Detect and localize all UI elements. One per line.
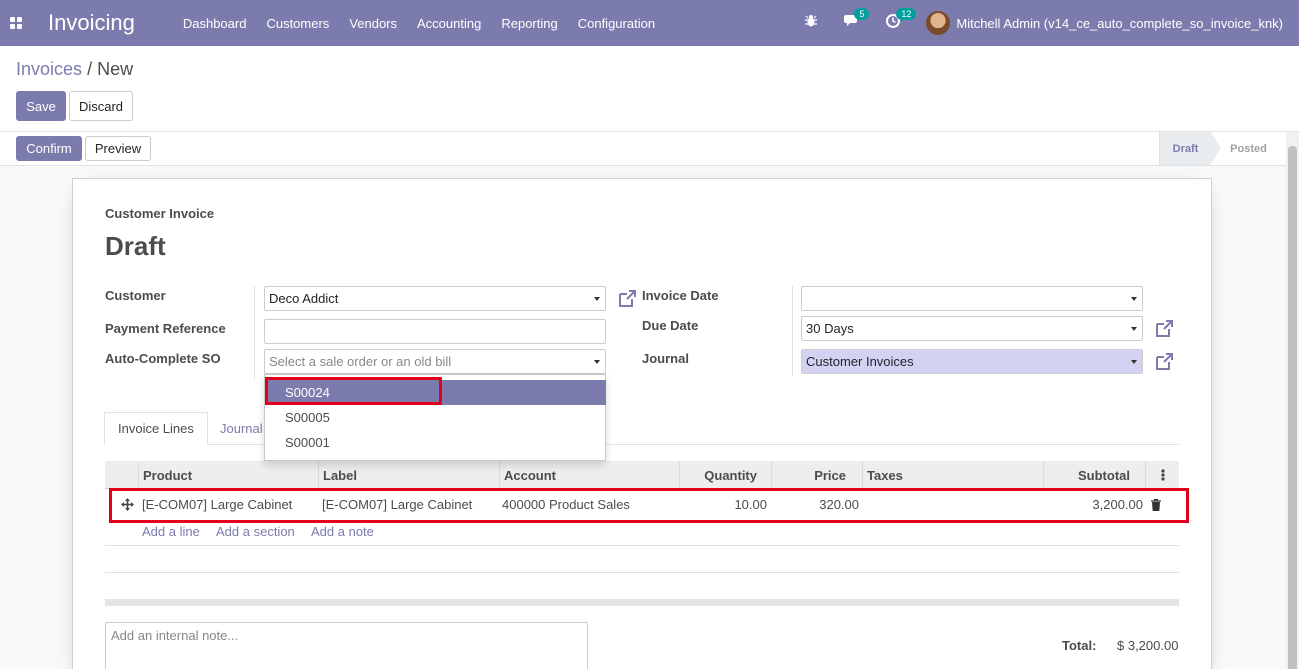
- total-label: Total:: [1062, 638, 1097, 653]
- chevron-down-icon[interactable]: [1131, 360, 1137, 364]
- bug-icon[interactable]: [804, 14, 818, 32]
- field-separator: [792, 286, 793, 376]
- add-line-link[interactable]: Add a line: [142, 524, 200, 539]
- customer-value: Deco Addict: [269, 291, 339, 306]
- customer-label: Customer: [105, 288, 166, 303]
- line-price[interactable]: 320.00: [772, 497, 859, 512]
- auto-complete-so-label: Auto-Complete SO: [105, 351, 221, 366]
- column-taxes[interactable]: Taxes: [862, 461, 1044, 489]
- discard-button[interactable]: Discard: [69, 91, 133, 121]
- apps-menu-icon[interactable]: [0, 0, 32, 46]
- column-account[interactable]: Account: [499, 461, 680, 489]
- dropdown-option-s00024[interactable]: S00024: [266, 380, 606, 405]
- menu-reporting[interactable]: Reporting: [501, 16, 557, 31]
- chevron-down-icon[interactable]: [594, 360, 600, 364]
- activities-clock-icon[interactable]: 12: [886, 8, 917, 32]
- main-menu: Dashboard Customers Vendors Accounting R…: [183, 16, 675, 31]
- external-link-icon[interactable]: [617, 289, 637, 309]
- invoice-date-field[interactable]: [801, 286, 1143, 311]
- auto-complete-so-placeholder: Select a sale order or an old bill: [269, 354, 452, 369]
- due-date-label: Due Date: [642, 318, 699, 333]
- column-subtotal[interactable]: Subtotal: [1043, 461, 1146, 489]
- save-button[interactable]: Save: [16, 91, 66, 121]
- due-date-field[interactable]: 30 Days: [801, 316, 1143, 341]
- internal-note-textarea[interactable]: Add an internal note...: [105, 622, 588, 669]
- activities-badge: 12: [896, 8, 917, 20]
- line-account[interactable]: 400000 Product Sales: [502, 497, 630, 512]
- stage-posted[interactable]: Posted: [1211, 132, 1286, 165]
- journal-field[interactable]: Customer Invoices: [801, 349, 1143, 374]
- row-divider: [105, 572, 1179, 573]
- drag-handle-icon[interactable]: [121, 498, 134, 511]
- menu-accounting[interactable]: Accounting: [417, 16, 481, 31]
- column-price[interactable]: Price: [771, 461, 863, 489]
- menu-customers[interactable]: Customers: [266, 16, 329, 31]
- preview-button[interactable]: Preview: [85, 136, 151, 161]
- due-date-value: 30 Days: [806, 321, 854, 336]
- table-footer-band: [105, 599, 1179, 606]
- chevron-down-icon[interactable]: [594, 297, 600, 301]
- page-scrollbar[interactable]: [1286, 132, 1299, 669]
- add-note-link[interactable]: Add a note: [311, 524, 374, 539]
- add-section-link[interactable]: Add a section: [216, 524, 295, 539]
- confirm-button[interactable]: Confirm: [16, 136, 82, 161]
- status-bar: Confirm Preview Draft Posted: [0, 132, 1299, 166]
- journal-value: Customer Invoices: [806, 354, 914, 369]
- document-title: Draft: [105, 231, 166, 261]
- line-label[interactable]: [E-COM07] Large Cabinet: [322, 497, 472, 512]
- auto-complete-so-field[interactable]: Select a sale order or an old bill: [264, 349, 606, 374]
- document-type: Customer Invoice: [105, 206, 215, 221]
- tab-invoice-lines[interactable]: Invoice Lines: [104, 412, 208, 445]
- sale-order-dropdown: S00024 S00005 S00001: [264, 374, 606, 461]
- menu-vendors[interactable]: Vendors: [349, 16, 397, 31]
- external-link-icon[interactable]: [1154, 352, 1174, 372]
- breadcrumb-invoices[interactable]: Invoices: [16, 59, 82, 79]
- menu-dashboard[interactable]: Dashboard: [183, 16, 247, 31]
- user-avatar[interactable]: [926, 11, 951, 35]
- messages-badge: 5: [854, 8, 870, 20]
- line-quantity[interactable]: 10.00: [680, 497, 767, 512]
- top-navbar: Invoicing Dashboard Customers Vendors Ac…: [0, 0, 1299, 46]
- journal-label: Journal: [642, 351, 689, 366]
- total-value: $ 3,200.00: [1117, 638, 1179, 653]
- kebab-menu-icon[interactable]: [1160, 469, 1165, 481]
- dropdown-option-s00005[interactable]: S00005: [266, 405, 606, 430]
- navbar-systray: 5 12 Mitchell Admin (v14_ce_auto_complet…: [804, 0, 1283, 46]
- payment-reference-label: Payment Reference: [105, 321, 226, 336]
- customer-field[interactable]: Deco Addict: [264, 286, 606, 311]
- menu-configuration[interactable]: Configuration: [578, 16, 655, 31]
- user-menu[interactable]: Mitchell Admin (v14_ce_auto_complete_so_…: [956, 16, 1283, 31]
- messages-icon[interactable]: 5: [844, 8, 870, 32]
- line-subtotal[interactable]: 3,200.00: [1044, 497, 1143, 512]
- column-product[interactable]: Product: [138, 461, 319, 489]
- stage-draft[interactable]: Draft: [1159, 132, 1211, 165]
- chevron-down-icon[interactable]: [1131, 297, 1137, 301]
- chevron-down-icon[interactable]: [1131, 327, 1137, 331]
- breadcrumb-separator: /: [87, 59, 93, 79]
- payment-reference-input[interactable]: [264, 319, 606, 344]
- external-link-icon[interactable]: [1154, 319, 1174, 339]
- trash-icon[interactable]: [1151, 499, 1161, 511]
- breadcrumb: Invoices / New: [16, 59, 133, 80]
- dropdown-option-s00001[interactable]: S00001: [266, 430, 606, 455]
- control-panel: Invoices / New Save Discard: [0, 46, 1299, 132]
- invoice-date-label: Invoice Date: [642, 288, 719, 303]
- breadcrumb-current: New: [97, 59, 134, 79]
- invoice-lines-header: Product Label Account Quantity Price Tax…: [105, 461, 1179, 489]
- line-product[interactable]: [E-COM07] Large Cabinet: [142, 497, 292, 512]
- app-name[interactable]: Invoicing: [48, 10, 135, 36]
- column-label[interactable]: Label: [318, 461, 499, 489]
- scrollbar-thumb[interactable]: [1288, 146, 1297, 669]
- row-divider: [105, 545, 1179, 546]
- optional-columns-toggle[interactable]: [1145, 461, 1179, 489]
- field-separator: [254, 286, 255, 380]
- column-quantity[interactable]: Quantity: [679, 461, 772, 489]
